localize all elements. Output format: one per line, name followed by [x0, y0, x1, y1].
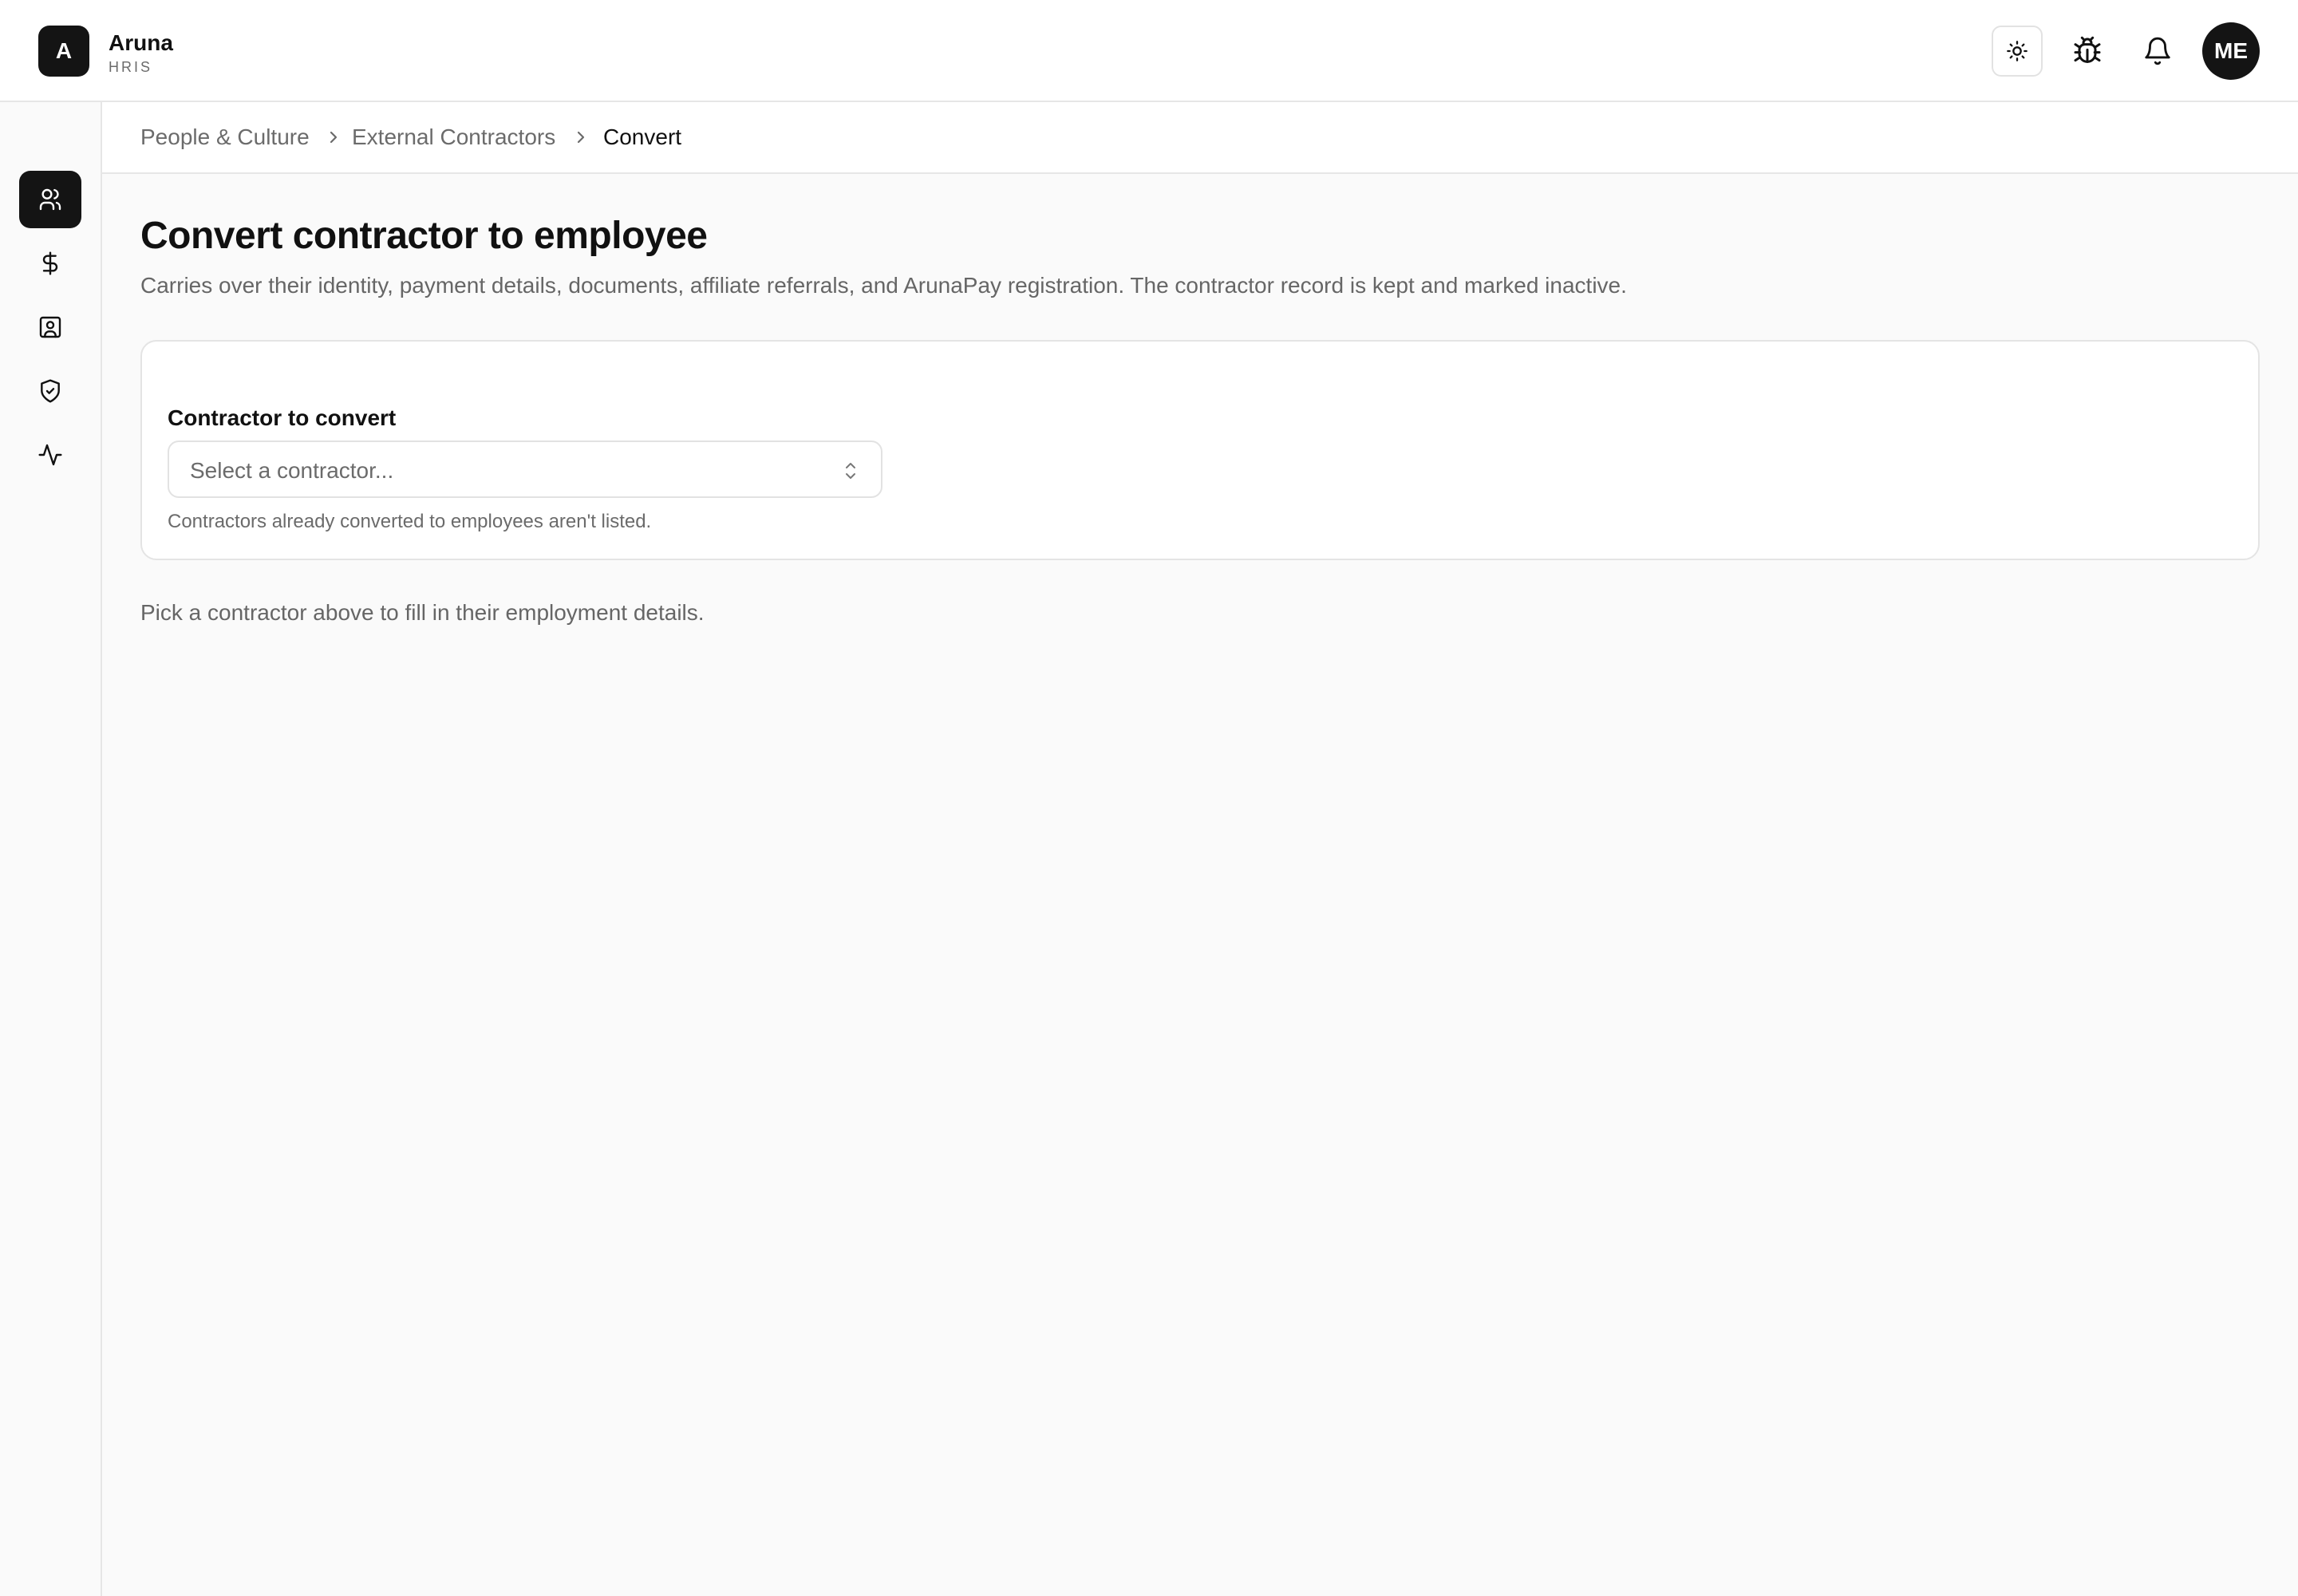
- breadcrumb: People & Culture External Contractors Co…: [102, 102, 2298, 174]
- bug-icon: [2074, 36, 2101, 63]
- breadcrumb-current: Convert: [603, 124, 682, 149]
- chevrons-up-down-icon: [846, 463, 855, 479]
- contact-card-icon: [39, 316, 61, 338]
- sidebar-item-payroll[interactable]: [19, 235, 81, 292]
- contractor-field-label: Contractor to convert: [168, 405, 397, 430]
- contractor-select-placeholder: Select a contractor...: [190, 458, 394, 483]
- users-icon: [39, 188, 61, 211]
- chevron-right-icon: [330, 131, 338, 144]
- top-bar: A Aruna HRIS ME: [0, 0, 2298, 102]
- app-subtitle: HRIS: [109, 59, 153, 75]
- breadcrumb-external-contractors[interactable]: External Contractors: [352, 124, 555, 150]
- sidebar: [0, 102, 102, 1596]
- bell-icon: [2145, 37, 2170, 65]
- app-name: Aruna: [109, 30, 173, 55]
- breadcrumb-people-culture[interactable]: People & Culture: [140, 124, 310, 150]
- chevron-right-icon: [577, 131, 585, 144]
- contractor-select[interactable]: Select a contractor...: [168, 440, 882, 498]
- activity-icon: [38, 444, 62, 466]
- sidebar-item-activity[interactable]: [19, 426, 81, 484]
- sidebar-item-compliance[interactable]: [19, 362, 81, 420]
- app-logo[interactable]: A: [38, 26, 89, 77]
- page-description: Carries over their identity, payment det…: [140, 273, 1627, 298]
- sidebar-item-people[interactable]: [19, 171, 81, 228]
- dollar-icon: [42, 251, 58, 275]
- sidebar-item-directory[interactable]: [19, 298, 81, 356]
- page-title: Convert contractor to employee: [140, 215, 708, 257]
- notifications-button[interactable]: [2132, 26, 2183, 77]
- shield-check-icon: [41, 379, 60, 403]
- theme-toggle-button[interactable]: [1992, 26, 2043, 77]
- empty-state-hint: Pick a contractor above to fill in their…: [140, 600, 705, 625]
- sun-icon: [2007, 41, 2028, 61]
- contractor-select-card: Contractor to convert Select a contracto…: [140, 340, 2260, 560]
- contractor-field-help: Contractors already converted to employe…: [168, 511, 652, 532]
- report-bug-button[interactable]: [2062, 26, 2113, 77]
- user-avatar[interactable]: ME: [2202, 22, 2260, 80]
